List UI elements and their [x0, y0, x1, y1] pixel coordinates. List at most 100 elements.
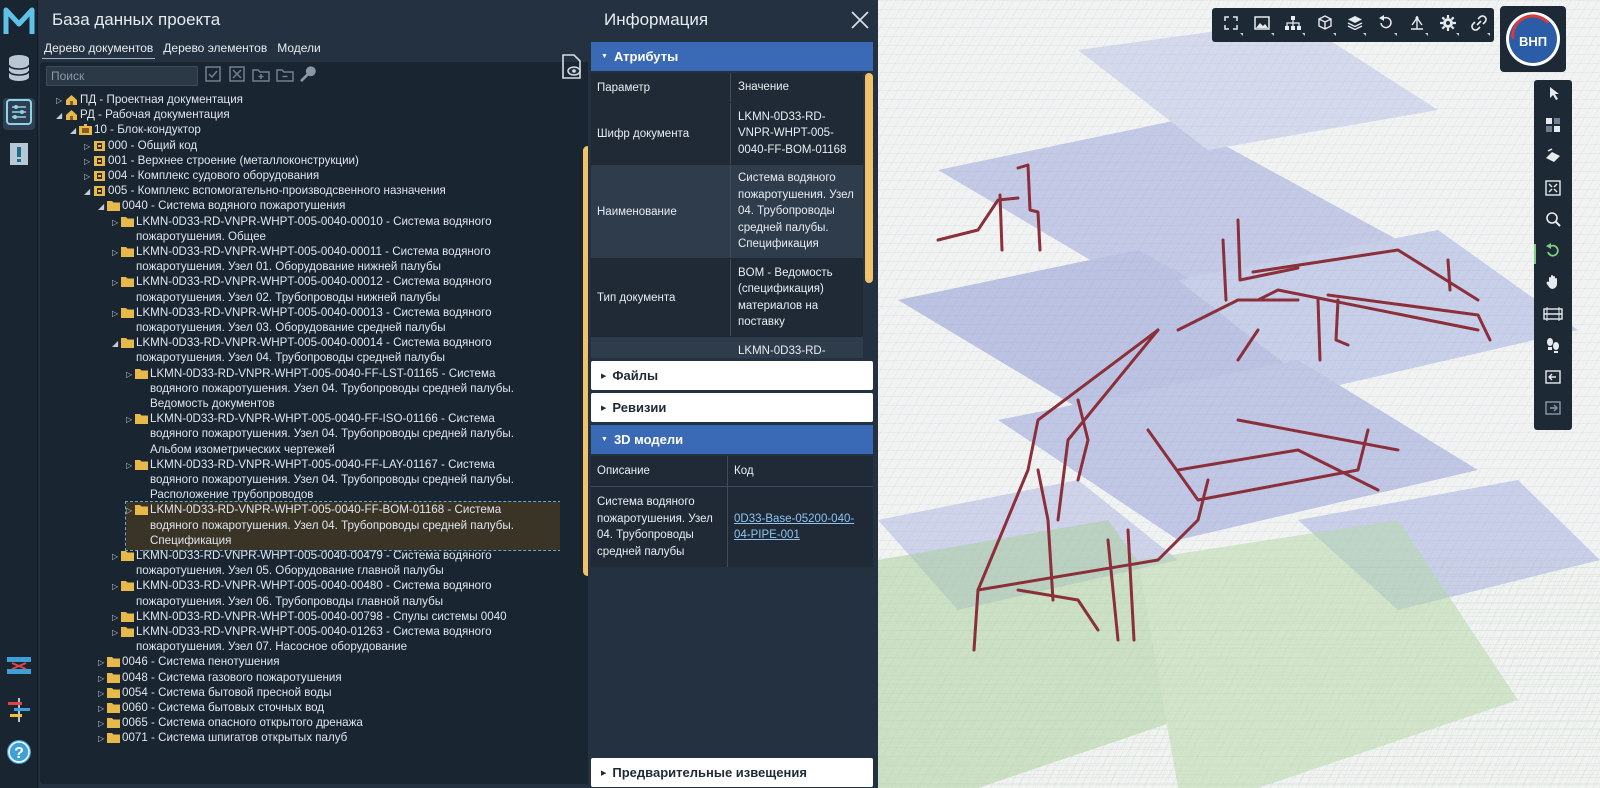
tree-node[interactable]: ▷ LKMN-0D33-RD-VNPR-WHPT-005-0040-00011 -…: [112, 244, 491, 274]
tab-documents-tree[interactable]: Дерево документов: [42, 40, 156, 59]
expand-arrow-icon[interactable]: ▷: [112, 275, 121, 290]
tab-elements-tree[interactable]: Дерево элементов: [161, 40, 269, 59]
cube-button[interactable]: [1309, 10, 1340, 40]
expand-arrow-icon[interactable]: ▷: [84, 139, 93, 154]
expand-arrow-icon[interactable]: ▷: [98, 731, 107, 746]
section-models-header[interactable]: ▼ 3D модели: [591, 425, 873, 454]
select-tool[interactable]: [1534, 80, 1572, 112]
previous-view-tool[interactable]: [1534, 364, 1572, 396]
collapse-arrow-icon[interactable]: ◢: [98, 199, 107, 214]
link-button[interactable]: [1463, 10, 1494, 40]
tree-node[interactable]: ▷ LKMN-0D33-RD-VNPR-WHPT-005-0040-00013 -…: [112, 305, 492, 335]
tree-node[interactable]: ◢ 005 - Комплекс вспомогательно-производс…: [84, 183, 446, 199]
tree-node[interactable]: ▷ 0048 - Система газового пожаротушения: [98, 670, 342, 686]
tree-node[interactable]: ▷ 001 - Верхнее строение (металлоконструк…: [84, 153, 359, 169]
snapshot-button[interactable]: [1247, 10, 1278, 40]
app-logo[interactable]: [3, 4, 35, 38]
walk-tool[interactable]: [1534, 332, 1572, 364]
selection-box-tool[interactable]: [1534, 112, 1572, 144]
compare-button[interactable]: [3, 652, 35, 684]
expand-arrow-icon[interactable]: ▷: [98, 716, 107, 731]
tree-node[interactable]: ▷ LKMN-0D33-RD-VNPR-WHPT-005-0040-FF-ISO-…: [126, 411, 514, 457]
check-all-icon[interactable]: [204, 65, 222, 83]
tree-node[interactable]: ▷ LKMN-0D33-RD-VNPR-WHPT-005-0040-FF-LAY-…: [126, 457, 514, 503]
model-scene[interactable]: [878, 0, 1600, 788]
tree-node[interactable]: ◢ РД - Рабочая документация: [56, 107, 230, 123]
expand-arrow-icon[interactable]: ▷: [112, 610, 121, 625]
expand-arrow-icon[interactable]: ▷: [84, 154, 93, 169]
tree-node[interactable]: ▷ LKMN-0D33-RD-VNPR-WHPT-005-0040-00010 -…: [112, 214, 492, 244]
tree-node[interactable]: ▷ LKMN-0D33-RD-VNPR-WHPT-005-0040-00798 -…: [112, 609, 507, 625]
tree-node[interactable]: ◢ LKMN-0D33-RD-VNPR-WHPT-005-0040-00014 -…: [112, 335, 492, 365]
rotate-button[interactable]: [1370, 10, 1401, 40]
expand-folders-icon[interactable]: [252, 65, 270, 83]
collapse-folders-icon[interactable]: [276, 65, 294, 83]
collapse-arrow-icon[interactable]: ◢: [112, 336, 121, 351]
layers-button[interactable]: [1340, 10, 1371, 40]
collapse-arrow-icon[interactable]: ◢: [56, 108, 65, 123]
help-button[interactable]: ?: [3, 738, 35, 770]
expand-arrow-icon[interactable]: ▷: [126, 412, 135, 427]
section-attributes-header[interactable]: ▼ Атрибуты: [591, 42, 873, 71]
measure-button[interactable]: [1401, 10, 1432, 40]
section-tool[interactable]: [1534, 301, 1572, 333]
expand-arrow-icon[interactable]: ▷: [126, 503, 135, 518]
isolate-tool[interactable]: [1534, 143, 1572, 175]
3d-viewport[interactable]: ВНП: [878, 0, 1600, 788]
expand-arrow-icon[interactable]: ▷: [98, 686, 107, 701]
section-notices-header[interactable]: ▶ Предварительные извещения: [591, 758, 873, 787]
settings-button[interactable]: [1432, 10, 1463, 40]
hierarchy-button[interactable]: [1278, 10, 1309, 40]
document-preview-button[interactable]: [560, 54, 584, 80]
fit-tool[interactable]: [1534, 175, 1572, 207]
notice-button[interactable]: [3, 140, 35, 172]
expand-arrow-icon[interactable]: ▷: [112, 579, 121, 594]
tree-node[interactable]: ▷ 000 - Общий код: [84, 138, 197, 154]
tree-node[interactable]: ▷ 0054 - Система бытовой пресной воды: [98, 685, 332, 701]
expand-arrow-icon[interactable]: ▷: [112, 215, 121, 230]
tree-node[interactable]: ◢ 10 - Блок-кондуктор: [70, 122, 201, 138]
fullscreen-button[interactable]: [1216, 10, 1247, 40]
tree-node[interactable]: ▷ 0071 - Система шпигатов открытых палуб: [98, 730, 347, 746]
tree-node[interactable]: ▷ ПД - Проектная документация: [56, 92, 243, 108]
tree-node[interactable]: ▷ 004 - Комплекс судового оборудования: [84, 168, 319, 184]
tree-node[interactable]: ◢ 0040 - Система водяного пожаротушения: [98, 198, 345, 214]
tree-node[interactable]: ▷ LKMN-0D33-RD-VNPR-WHPT-005-0040-FF-LST-…: [126, 366, 514, 412]
uncheck-all-icon[interactable]: [228, 65, 246, 83]
expand-arrow-icon[interactable]: ▷: [84, 169, 93, 184]
orbit-tool[interactable]: [1534, 238, 1572, 270]
timeline-button[interactable]: [3, 696, 35, 728]
expand-arrow-icon[interactable]: ▷: [112, 306, 121, 321]
section-files-header[interactable]: ▶ Файлы: [591, 361, 873, 390]
tree-node[interactable]: ▷ LKMN-0D33-RD-VNPR-WHPT-005-0040-00480 -…: [112, 578, 492, 608]
expand-arrow-icon[interactable]: ▷: [98, 701, 107, 716]
expand-arrow-icon[interactable]: ▷: [126, 458, 135, 473]
settings-sliders-button[interactable]: [3, 98, 35, 130]
zoom-search-tool[interactable]: [1534, 206, 1572, 238]
expand-arrow-icon[interactable]: ▷: [112, 625, 121, 640]
tree-node[interactable]: ▷ LKMN-0D33-RD-VNPR-WHPT-005-0040-FF-BOM-…: [125, 501, 560, 551]
find-icon[interactable]: [300, 65, 318, 83]
expand-arrow-icon[interactable]: ▷: [98, 655, 107, 670]
tree-node[interactable]: ▷ LKMN-0D33-RD-VNPR-WHPT-005-0040-00479 -…: [112, 548, 492, 578]
tree-node[interactable]: ▷ 0060 - Система бытовых сточных вод: [98, 700, 324, 716]
pan-tool[interactable]: [1534, 269, 1572, 301]
collapse-arrow-icon[interactable]: ◢: [70, 123, 79, 138]
expand-arrow-icon[interactable]: ▷: [112, 245, 121, 260]
tree-node[interactable]: ▷ 0046 - Система пенотушения: [98, 654, 279, 670]
close-button[interactable]: [850, 10, 870, 30]
collapse-arrow-icon[interactable]: ◢: [84, 184, 93, 199]
search-input[interactable]: [46, 66, 198, 86]
expand-arrow-icon[interactable]: ▷: [56, 93, 65, 108]
section-revisions-header[interactable]: ▶ Ревизии: [591, 393, 873, 422]
expand-arrow-icon[interactable]: ▷: [112, 549, 121, 564]
tree-node[interactable]: ▷ LKMN-0D33-RD-VNPR-WHPT-005-0040-00012 -…: [112, 274, 492, 304]
tab-models[interactable]: Модели: [275, 40, 323, 59]
expand-arrow-icon[interactable]: ▷: [98, 671, 107, 686]
attributes-scrollbar[interactable]: [865, 73, 873, 283]
next-view-tool[interactable]: [1534, 395, 1572, 427]
tree-node[interactable]: ▷ LKMN-0D33-RD-VNPR-WHPT-005-0040-01263 -…: [112, 624, 492, 654]
expand-arrow-icon[interactable]: ▷: [126, 367, 135, 382]
tree-node[interactable]: ▷ 0065 - Система опасного открытого дрена…: [98, 715, 363, 731]
database-button[interactable]: [3, 54, 35, 86]
